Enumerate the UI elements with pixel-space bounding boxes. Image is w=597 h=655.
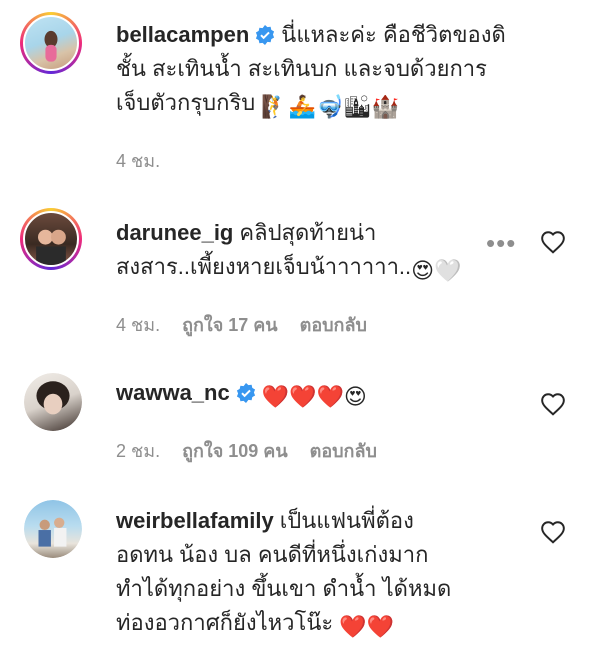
- verified-badge-icon: [236, 383, 255, 403]
- comment-username[interactable]: darunee_ig: [116, 220, 233, 245]
- comment-username[interactable]: weirbellafamily: [116, 508, 274, 533]
- comment-item: weirbellafamily เป็นแฟนพี่ต้อง อดทน น้อง …: [0, 480, 597, 655]
- comment-time[interactable]: 4 ชม.: [116, 310, 160, 339]
- reply-button[interactable]: ตอบกลับ: [310, 436, 377, 465]
- comment-time[interactable]: 2 ชม.: [116, 436, 160, 465]
- more-options-icon[interactable]: •••: [486, 228, 516, 259]
- avatar[interactable]: [20, 12, 82, 74]
- likes-count[interactable]: ถูกใจ 17 คน: [182, 310, 278, 339]
- comment-text-line: เป็นแฟนพี่ต้อง: [279, 508, 414, 533]
- comment-text-line: สงสาร..เพี้ยงหายเจ็บน้าาาาาา..: [116, 254, 412, 279]
- comment-emoji: 🧗🚣🤿🏙🏰: [261, 94, 399, 119]
- avatar[interactable]: [24, 373, 82, 431]
- comment-emoji: ❤️❤️: [339, 614, 395, 639]
- avatar[interactable]: [24, 500, 82, 558]
- comment-item: bellacampen นี่แหละค่ะ คือชีวิตของดิ ชั้น…: [0, 0, 597, 180]
- like-heart-icon[interactable]: [540, 520, 566, 544]
- comment-text-line: ชั้น สะเทินน้ำ สะเทินบก และจบด้วยการ: [116, 56, 487, 81]
- verified-badge-icon: [256, 25, 275, 45]
- comment-text-line: เจ็บตัวกรุบกริบ: [116, 90, 256, 115]
- comment-emoji: ❤️❤️❤️😍: [261, 384, 367, 409]
- comment-item: wawwa_nc ❤️❤️❤️😍 2 ชม. ถูกใจ 109 คน ตอบกล…: [0, 340, 597, 480]
- likes-count[interactable]: ถูกใจ 109 คน: [182, 436, 288, 465]
- comment-text-line: อดทน น้อง บล คนดีที่หนึ่งเก่งมาก: [116, 542, 429, 567]
- comment-username[interactable]: wawwa_nc: [116, 380, 230, 405]
- comment-time[interactable]: 4 ชม.: [116, 146, 160, 175]
- comment-item: darunee_ig คลิปสุดท้ายน่า สงสาร..เพี้ยงหา…: [0, 180, 597, 340]
- like-heart-icon[interactable]: [540, 230, 566, 254]
- comment-text-line: ท่องอวกาศก็ยังไหวโน๊ะ: [116, 610, 334, 635]
- comment-username[interactable]: bellacampen: [116, 22, 249, 47]
- like-heart-icon[interactable]: [540, 392, 566, 416]
- comment-text-line: นี่แหละค่ะ คือชีวิตของดิ: [281, 22, 506, 47]
- comment-text-line: ทำได้ทุกอย่าง ขึ้นเขา ดำน้ำ ได้หมด: [116, 576, 452, 601]
- avatar[interactable]: [20, 208, 82, 270]
- comment-emoji: 😍🤍: [411, 258, 462, 283]
- reply-button[interactable]: ตอบกลับ: [300, 310, 367, 339]
- comment-text-line: คลิปสุดท้ายน่า: [239, 220, 377, 245]
